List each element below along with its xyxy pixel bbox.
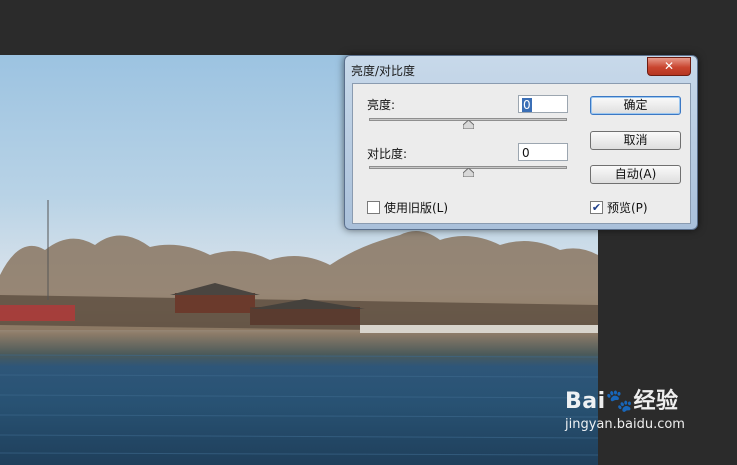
contrast-input[interactable]: 0 (518, 143, 568, 161)
legacy-checkbox-box[interactable] (367, 201, 380, 214)
pavilion-2 (250, 307, 360, 325)
close-icon: ✕ (663, 59, 675, 73)
checkmark-icon[interactable]: ✔ (590, 201, 603, 214)
brightness-value: 0 (522, 98, 532, 112)
auto-button[interactable]: 自动(A) (590, 165, 681, 184)
preview-checkbox-label: 预览(P) (607, 201, 648, 215)
water-ripples (0, 354, 598, 456)
contrast-value: 0 (522, 146, 530, 160)
cancel-button[interactable]: 取消 (590, 131, 681, 150)
pavilion-1 (175, 293, 255, 313)
ok-button[interactable]: 确定 (590, 96, 681, 115)
watermark-url: jingyan.baidu.com (565, 417, 685, 432)
contrast-label: 对比度: (367, 147, 408, 161)
dialog-body: 亮度: 0 对比度: 0 使用旧版(L) 确定 取消 自动(A) ✔ 预览(P) (352, 83, 691, 224)
brightness-input[interactable]: 0 (518, 95, 568, 113)
brightness-label: 亮度: (367, 98, 396, 112)
brightness-contrast-dialog: 亮度/对比度 ✕ 亮度: 0 对比度: 0 使用旧版(L) 确定 取消 自动(A… (344, 55, 698, 230)
legacy-checkbox[interactable]: 使用旧版(L) (367, 199, 448, 216)
contrast-slider-thumb[interactable] (463, 168, 474, 177)
embankment (360, 325, 598, 333)
legacy-checkbox-label: 使用旧版(L) (384, 201, 449, 215)
watermark-logo: Bai🐾经验 (565, 389, 679, 414)
baidu-jingyan-watermark: Bai🐾经验 jingyan.baidu.com (565, 383, 685, 432)
brightness-slider-thumb[interactable] (463, 120, 474, 129)
pier (0, 305, 75, 321)
close-button[interactable]: ✕ (647, 57, 691, 76)
preview-checkbox[interactable]: ✔ 预览(P) (590, 199, 648, 216)
dialog-title: 亮度/对比度 (351, 64, 416, 78)
